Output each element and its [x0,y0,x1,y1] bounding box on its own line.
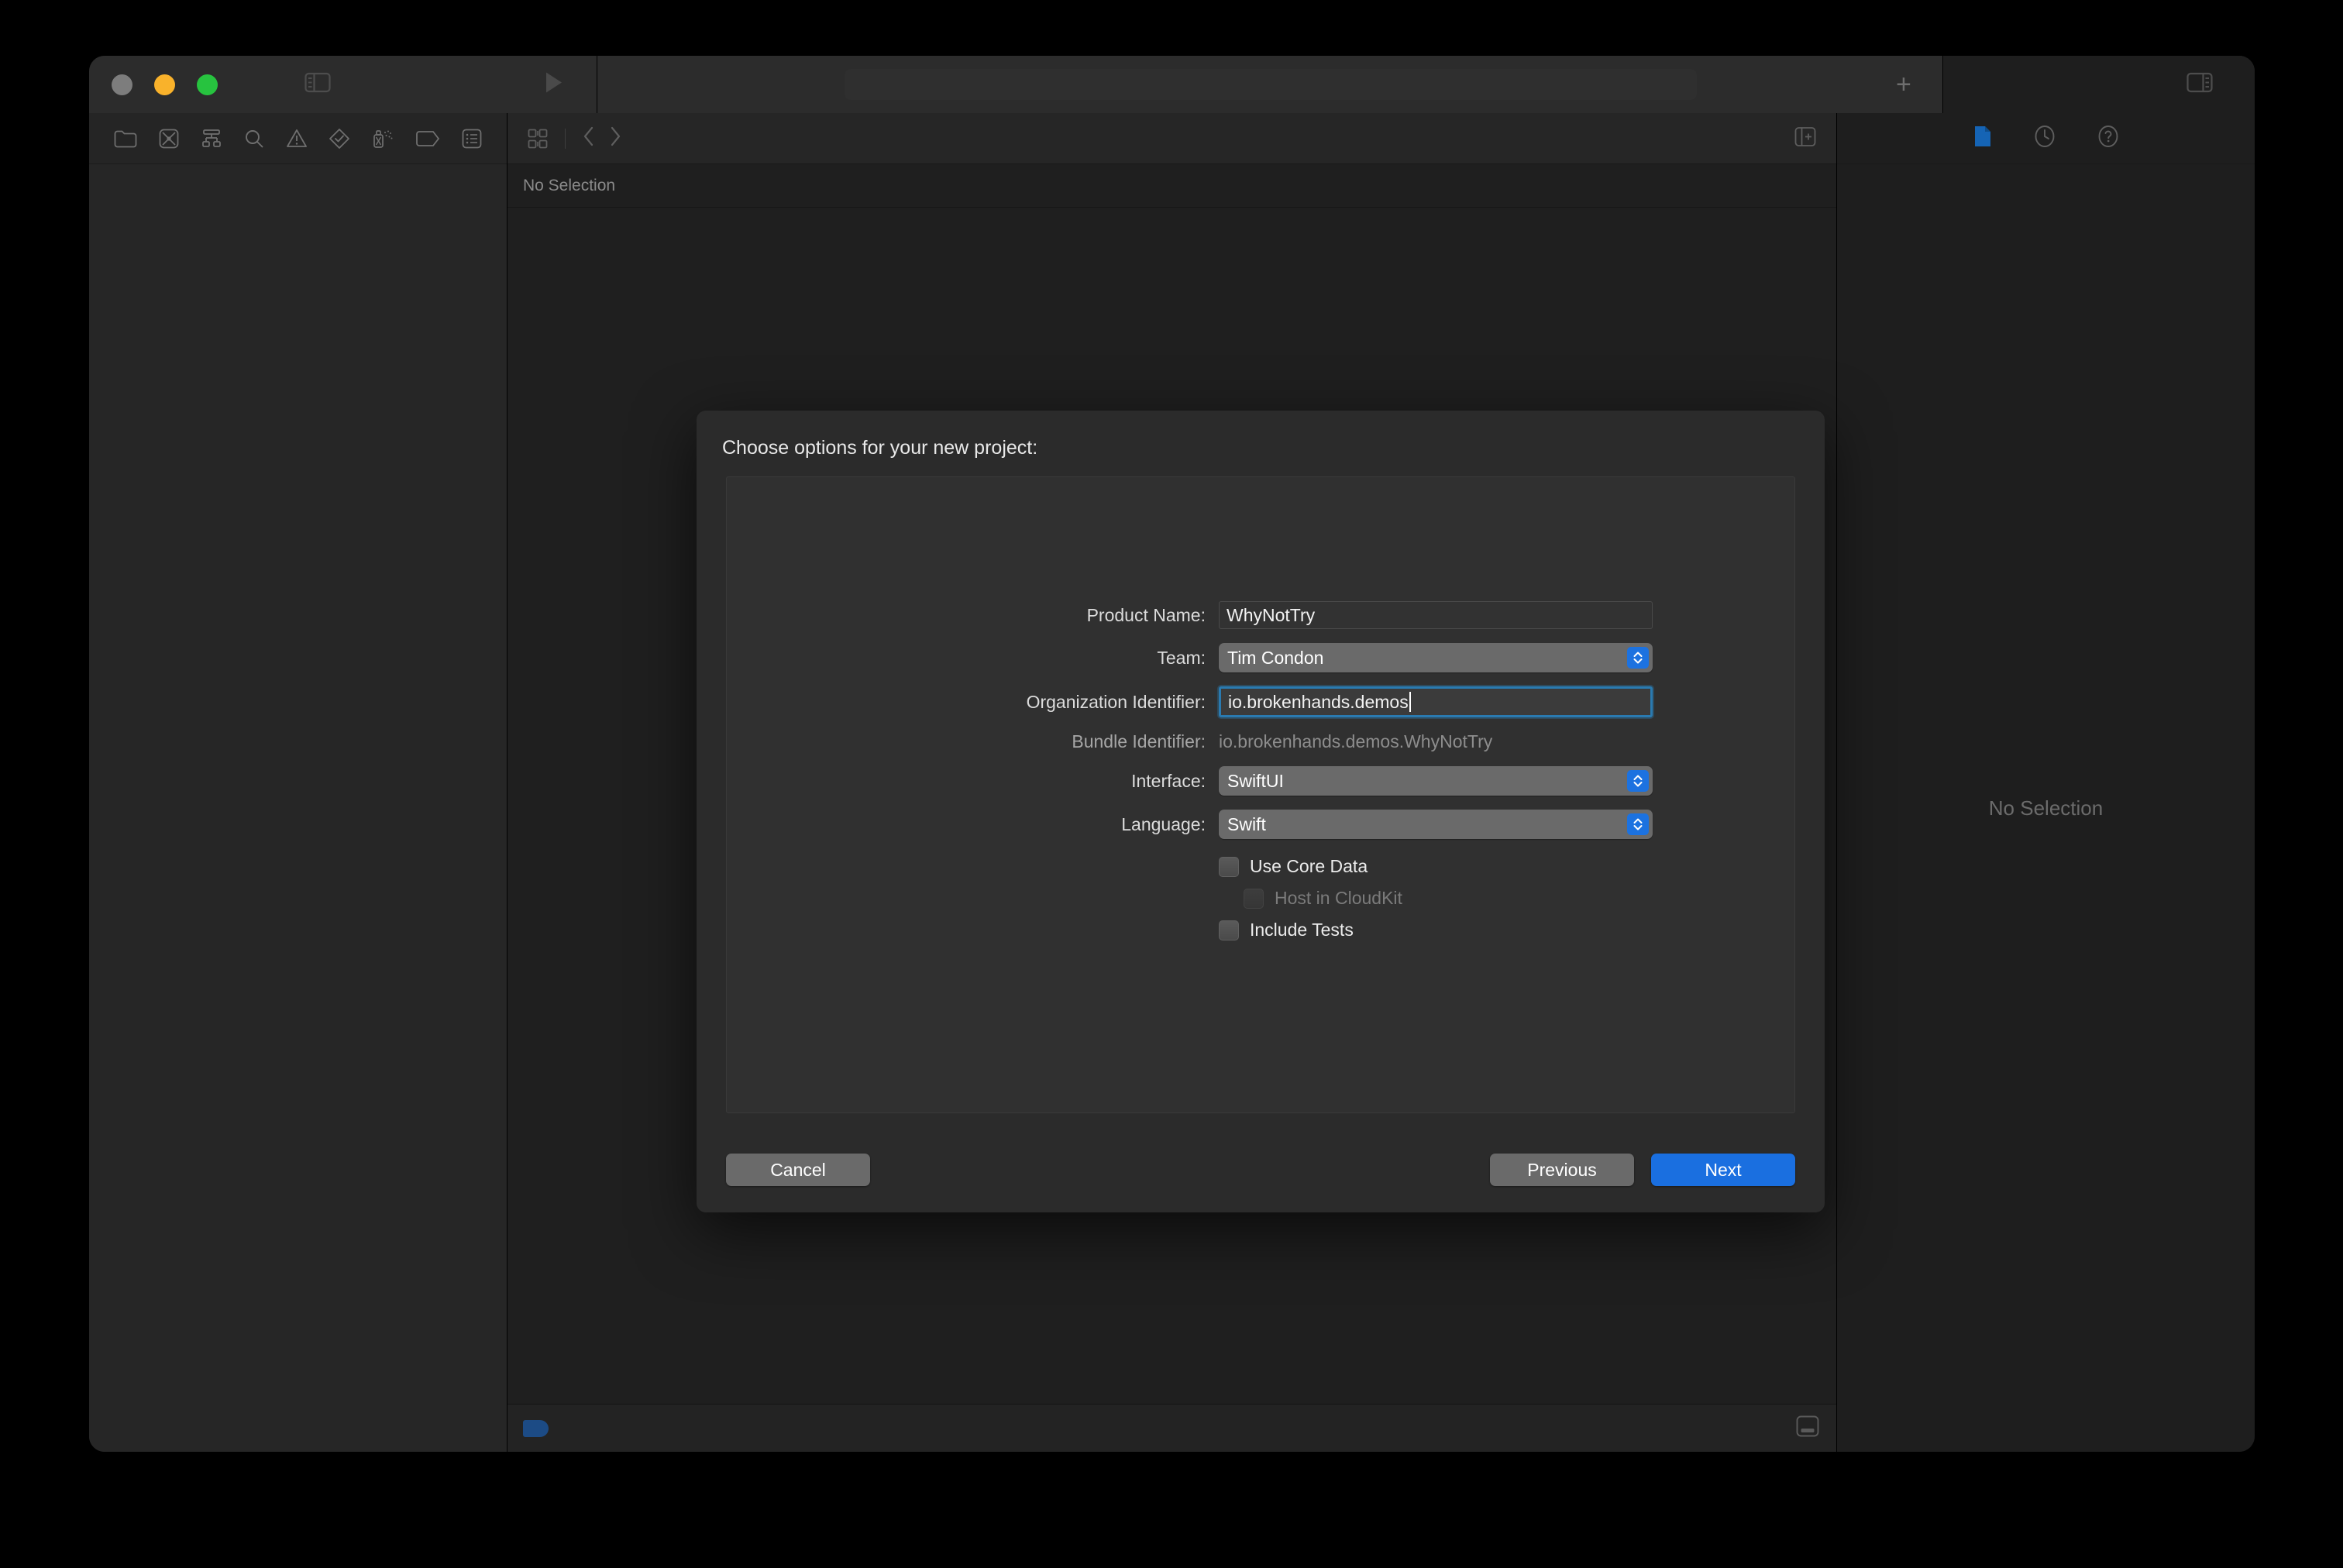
sheet-button-bar: Cancel Previous Next [726,1154,1795,1186]
close-window-button[interactable] [112,74,132,95]
chevron-updown-icon [1627,770,1649,792]
maximize-window-button[interactable] [197,74,218,95]
language-label: Language: [1121,813,1206,834]
cancel-button[interactable]: Cancel [726,1154,870,1186]
navigator-tab-bar [89,113,507,164]
host-in-cloudkit-row: Host in CloudKit [727,888,1794,909]
use-core-data-label: Use Core Data [1250,856,1368,876]
bundle-identifier-row: Bundle Identifier: io.brokenhands.demos.… [727,731,1794,752]
team-select[interactable]: Tim Condon [1219,643,1653,672]
test-diamond-icon[interactable] [318,113,361,163]
minimize-window-button[interactable] [154,74,175,95]
use-core-data-row[interactable]: Use Core Data [727,856,1794,877]
next-button[interactable]: Next [1651,1154,1795,1186]
editor-options-icon[interactable] [528,129,548,149]
report-list-icon[interactable] [451,113,493,163]
text-caret [1409,692,1411,712]
language-row: Language: Swift [727,810,1794,839]
interface-row: Interface: SwiftUI [727,766,1794,796]
chevron-left-icon[interactable] [583,126,595,151]
product-name-row: Product Name: WhyNotTry [727,601,1794,629]
language-select[interactable]: Swift [1219,810,1653,839]
inspector-pane: No Selection [1836,113,2255,1452]
breakpoint-tag-icon[interactable] [404,113,451,163]
file-inspector-icon[interactable] [1973,125,1992,152]
breadcrumb-label: No Selection [523,176,616,194]
host-in-cloudkit-label: Host in CloudKit [1275,888,1402,908]
plus-icon[interactable]: + [1896,71,1911,98]
team-row: Team: Tim Condon [727,643,1794,672]
product-name-input[interactable]: WhyNotTry [1219,601,1653,629]
debug-area-icon[interactable] [1796,1415,1819,1441]
inspector-content: No Selection [1837,164,2255,1452]
team-label: Team: [1157,647,1206,668]
navigator-pane [89,113,507,1452]
sheet-title: Choose options for your new project: [722,437,1038,459]
editor-jump-bar [507,113,1836,164]
play-icon[interactable] [544,71,564,98]
tab-bar-area[interactable] [845,69,1697,100]
use-core-data-checkbox[interactable] [1219,856,1239,877]
bundle-identifier-label: Bundle Identifier: [1072,731,1206,751]
traffic-light-group [112,74,218,95]
inspector-tab-bar [1837,113,2255,164]
interface-selected-value: SwiftUI [1227,770,1284,791]
breadcrumb[interactable]: No Selection [507,164,1836,208]
product-name-label: Product Name: [1086,604,1206,625]
organization-identifier-input[interactable]: io.brokenhands.demos [1219,686,1653,717]
host-in-cloudkit-checkbox [1244,888,1264,909]
warning-triangle-icon[interactable] [275,113,318,163]
team-selected-value: Tim Condon [1227,647,1324,668]
organization-identifier-row: Organization Identifier: io.brokenhands.… [727,686,1794,717]
sheet-options-panel: Product Name: WhyNotTry Team: Tim Condon [726,476,1795,1113]
history-clock-icon[interactable] [2034,125,2056,152]
inspector-empty-label: No Selection [1988,796,2104,820]
bundle-identifier-value: io.brokenhands.demos.WhyNotTry [1219,731,1493,751]
sidebar-left-icon[interactable] [304,72,331,97]
breakpoint-pill[interactable] [523,1419,549,1437]
folder-icon[interactable] [103,113,148,163]
chevron-updown-icon [1627,813,1649,835]
chevron-updown-icon [1627,647,1649,669]
previous-button[interactable]: Previous [1490,1154,1634,1186]
include-tests-label: Include Tests [1250,920,1354,940]
interface-select[interactable]: SwiftUI [1219,766,1653,796]
editor-status-bar [507,1404,1836,1452]
jump-bar-divider [565,128,566,149]
search-icon[interactable] [233,113,275,163]
include-tests-row[interactable]: Include Tests [727,920,1794,940]
add-editor-icon[interactable] [1794,126,1816,150]
new-project-options-sheet: Choose options for your new project: Pro… [697,411,1825,1212]
include-tests-checkbox[interactable] [1219,920,1239,940]
window-titlebar: + [89,56,2255,113]
interface-label: Interface: [1131,770,1206,791]
help-question-icon[interactable] [2097,125,2119,152]
chevron-right-icon[interactable] [609,126,621,151]
source-control-icon[interactable] [148,113,190,163]
language-selected-value: Swift [1227,813,1266,834]
debug-spray-icon[interactable] [361,113,404,163]
organization-identifier-label: Organization Identifier: [1026,691,1206,712]
organization-identifier-value: io.brokenhands.demos [1228,691,1409,712]
xcode-window: + No Selection No Selection Choose optio… [89,56,2255,1452]
sidebar-right-icon[interactable] [2186,72,2213,97]
navigator-content[interactable] [89,164,507,1452]
symbol-hierarchy-icon[interactable] [190,113,233,163]
project-options-form: Product Name: WhyNotTry Team: Tim Condon [727,601,1794,951]
